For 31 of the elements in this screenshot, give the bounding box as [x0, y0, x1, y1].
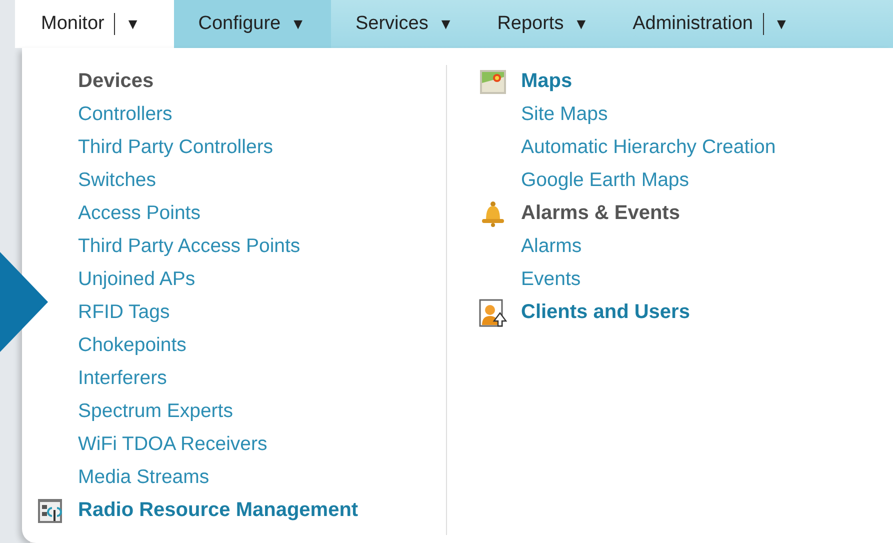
menu-link[interactable]: WiFi TDOA Receivers [78, 428, 446, 461]
menu-link[interactable]: Automatic Hierarchy Creation [521, 131, 776, 164]
menu-link[interactable]: Interferers [78, 362, 446, 395]
menu-link[interactable]: Switches [78, 164, 446, 197]
section-heading: Alarms & Events [521, 202, 680, 225]
menu-link[interactable]: RFID Tags [78, 296, 446, 329]
nav-tab[interactable]: Services ▼ [331, 0, 474, 48]
menu-link[interactable]: Chokepoints [78, 329, 446, 362]
nav-tab[interactable]: Reports ▼ [473, 0, 609, 48]
user-icon [479, 298, 507, 326]
menu-link[interactable]: Spectrum Experts [78, 395, 446, 428]
nav-tab[interactable]: Configure ▼ [174, 0, 332, 48]
menu-link[interactable]: Third Party Access Points [78, 230, 446, 263]
nav-tab[interactable]: Administration ▼ [608, 0, 809, 48]
menu-link[interactable]: Media Streams [78, 461, 446, 494]
menu-link[interactable]: Site Maps [521, 98, 776, 131]
menu-link[interactable]: Alarms [521, 230, 776, 263]
menu-link[interactable]: Events [521, 263, 776, 296]
nav-tab[interactable]: Monitor ▼ [15, 0, 174, 48]
antenna-icon [36, 498, 64, 524]
menu-link[interactable]: Access Points [78, 197, 446, 230]
menu-link[interactable]: Controllers [78, 98, 446, 131]
section-heading: Devices [78, 70, 154, 93]
menu-link[interactable]: Third Party Controllers [78, 131, 446, 164]
bell-icon [479, 200, 507, 226]
menu-link[interactable]: Google Earth Maps [521, 164, 776, 197]
map-pin-icon [479, 68, 507, 94]
section-heading[interactable]: Radio Resource Management [78, 499, 358, 522]
section-heading[interactable]: Clients and Users [521, 301, 690, 324]
section-heading[interactable]: Maps [521, 70, 572, 93]
menu-link[interactable]: Unjoined APs [78, 263, 446, 296]
